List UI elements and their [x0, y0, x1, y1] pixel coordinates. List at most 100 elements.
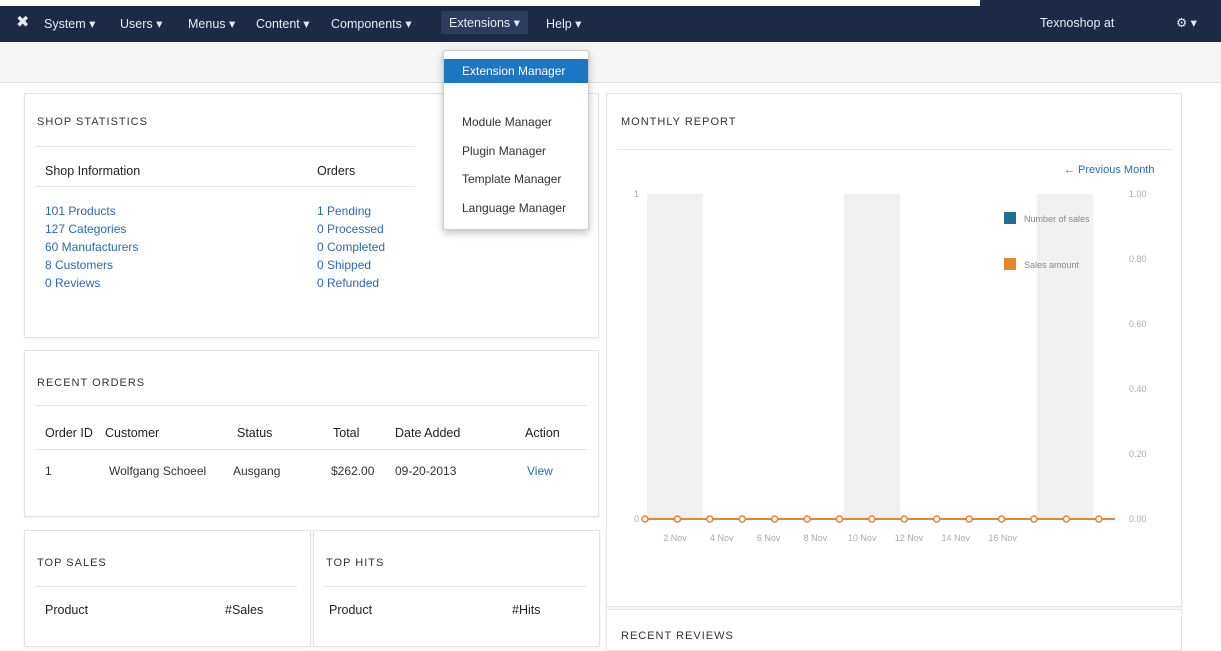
panel-title: RECENT ORDERS [37, 377, 146, 389]
x-tick-label: 14 Nov [942, 533, 971, 543]
menu-components[interactable]: Components ▾ [331, 16, 412, 31]
x-tick-label: 4 Nov [710, 533, 734, 543]
order-id-cell: 1 [45, 464, 52, 478]
divider [35, 186, 415, 187]
col-status: Status [237, 426, 273, 440]
series-point [803, 515, 811, 523]
x-tick-label: 16 Nov [988, 533, 1017, 543]
series-point [1095, 515, 1103, 523]
col-order-id: Order ID [45, 426, 93, 440]
x-tick-label: 6 Nov [757, 533, 781, 543]
series-point [965, 515, 973, 523]
chart-band [647, 194, 703, 519]
date-cell: 09-20-2013 [395, 464, 457, 478]
y-right-tick-label: 0.00 [1129, 514, 1147, 524]
products-link[interactable]: 101 Products [45, 204, 116, 218]
processed-orders-link[interactable]: 0 Processed [317, 222, 384, 236]
divider [35, 449, 587, 450]
menu-help[interactable]: Help ▾ [546, 16, 581, 31]
x-tick-label: 12 Nov [895, 533, 924, 543]
pending-orders-link[interactable]: 1 Pending [317, 204, 371, 218]
series-point [770, 515, 779, 523]
user-menu[interactable]: Texnoshop at [1040, 16, 1114, 30]
series-point [1030, 515, 1038, 523]
menu-item-module-manager[interactable]: Module Manager [444, 115, 588, 129]
menu-users[interactable]: Users ▾ [120, 16, 162, 31]
chart-band [1037, 282, 1093, 519]
col-hits: #Hits [512, 603, 541, 617]
refunded-orders-link[interactable]: 0 Refunded [317, 276, 379, 290]
legend-swatch [1004, 212, 1016, 224]
col-customer: Customer [105, 426, 160, 440]
shop-info-heading: Shop Information [45, 164, 141, 178]
gear-icon[interactable]: ⚙ ▾ [1176, 15, 1197, 30]
monthly-report-chart: 0 1 1.00 0.80 0.60 0.40 0.20 0.00 2 Nov 4 Nov 6 No… [634, 189, 1147, 543]
divider [35, 146, 415, 147]
y-right-tick-label: 0.60 [1129, 319, 1147, 329]
menu-content[interactable]: Content ▾ [256, 16, 310, 31]
menu-item-template-manager[interactable]: Template Manager [444, 172, 588, 186]
menu-system[interactable]: System ▾ [44, 16, 95, 31]
shipped-orders-link[interactable]: 0 Shipped [317, 258, 371, 272]
menu-menus[interactable]: Menus ▾ [188, 16, 235, 31]
series-point [997, 515, 1006, 523]
menu-item-language-manager[interactable]: Language Manager [444, 201, 588, 215]
divider [324, 586, 586, 587]
col-product: Product [329, 603, 373, 617]
recent-orders-panel: RECENT ORDERS Order ID Customer Status T… [24, 350, 599, 517]
chart-band [844, 194, 900, 519]
panel-title: RECENT REVIEWS [621, 630, 734, 642]
col-action: Action [525, 426, 560, 440]
col-total: Total [333, 426, 360, 440]
joomla-logo-icon[interactable]: ✖ [16, 12, 29, 32]
y-right-tick-label: 0.40 [1129, 384, 1147, 394]
completed-orders-link[interactable]: 0 Completed [317, 240, 385, 254]
y-right-tick-label: 0.20 [1129, 449, 1147, 459]
panel-title: TOP SALES [37, 557, 107, 569]
y-right-tick-label: 0.80 [1129, 254, 1147, 264]
menu-extensions[interactable]: Extensions ▾ [441, 11, 528, 34]
x-tick-label: 10 Nov [848, 533, 877, 543]
orders-heading: Orders [317, 164, 356, 178]
series-point [868, 515, 876, 523]
categories-link[interactable]: 127 Categories [45, 222, 126, 236]
legend-swatch [1004, 258, 1016, 270]
reviews-link[interactable]: 0 Reviews [45, 276, 100, 290]
divider [35, 586, 297, 587]
monthly-report-panel: MONTHLY REPORT ← Previous Month 0 1 1.00 0.… [606, 93, 1182, 607]
customers-link[interactable]: 8 Customers [45, 258, 113, 272]
series-point [835, 515, 844, 523]
legend-label: Number of sales [1024, 214, 1090, 224]
series-point [673, 515, 682, 523]
customer-cell: Wolfgang Schoeel [109, 464, 207, 478]
series-point [738, 515, 746, 523]
top-hits-panel: TOP HITS Product #Hits [313, 530, 600, 647]
panel-title: SHOP STATISTICS [37, 116, 148, 128]
y-right-tick-label: 1.00 [1129, 189, 1147, 199]
col-date-added: Date Added [395, 426, 461, 440]
recent-reviews-panel: RECENT REVIEWS [606, 609, 1182, 651]
x-tick-label: 8 Nov [804, 533, 828, 543]
series-point [706, 515, 714, 523]
legend-label: Sales amount [1024, 260, 1080, 270]
col-product: Product [45, 603, 89, 617]
menu-item-plugin-manager[interactable]: Plugin Manager [444, 144, 588, 158]
top-sales-panel: TOP SALES Product #Sales [24, 530, 311, 647]
y-left-tick-label: 0 [634, 514, 639, 524]
divider [35, 405, 587, 406]
manufacturers-link[interactable]: 60 Manufacturers [45, 240, 138, 254]
top-navbar: ✖ System ▾ Users ▾ Menus ▾ Content ▾ Com… [0, 6, 980, 42]
x-tick-label: 2 Nov [663, 533, 687, 543]
subheader-bar [0, 42, 1221, 83]
menu-item-extension-manager[interactable]: Extension Manager [444, 59, 588, 83]
y-left-tick-label: 1 [634, 189, 639, 199]
total-cell: $262.00 [331, 464, 375, 478]
col-sales: #Sales [225, 603, 264, 617]
series-point [641, 515, 649, 523]
series-point [1062, 515, 1071, 523]
series-point [900, 515, 909, 523]
top-navbar-right: Texnoshop at ⚙ ▾ [980, 0, 1221, 43]
view-order-link[interactable]: View [527, 464, 553, 478]
series-point [932, 515, 941, 523]
status-cell: Ausgang [233, 464, 281, 478]
